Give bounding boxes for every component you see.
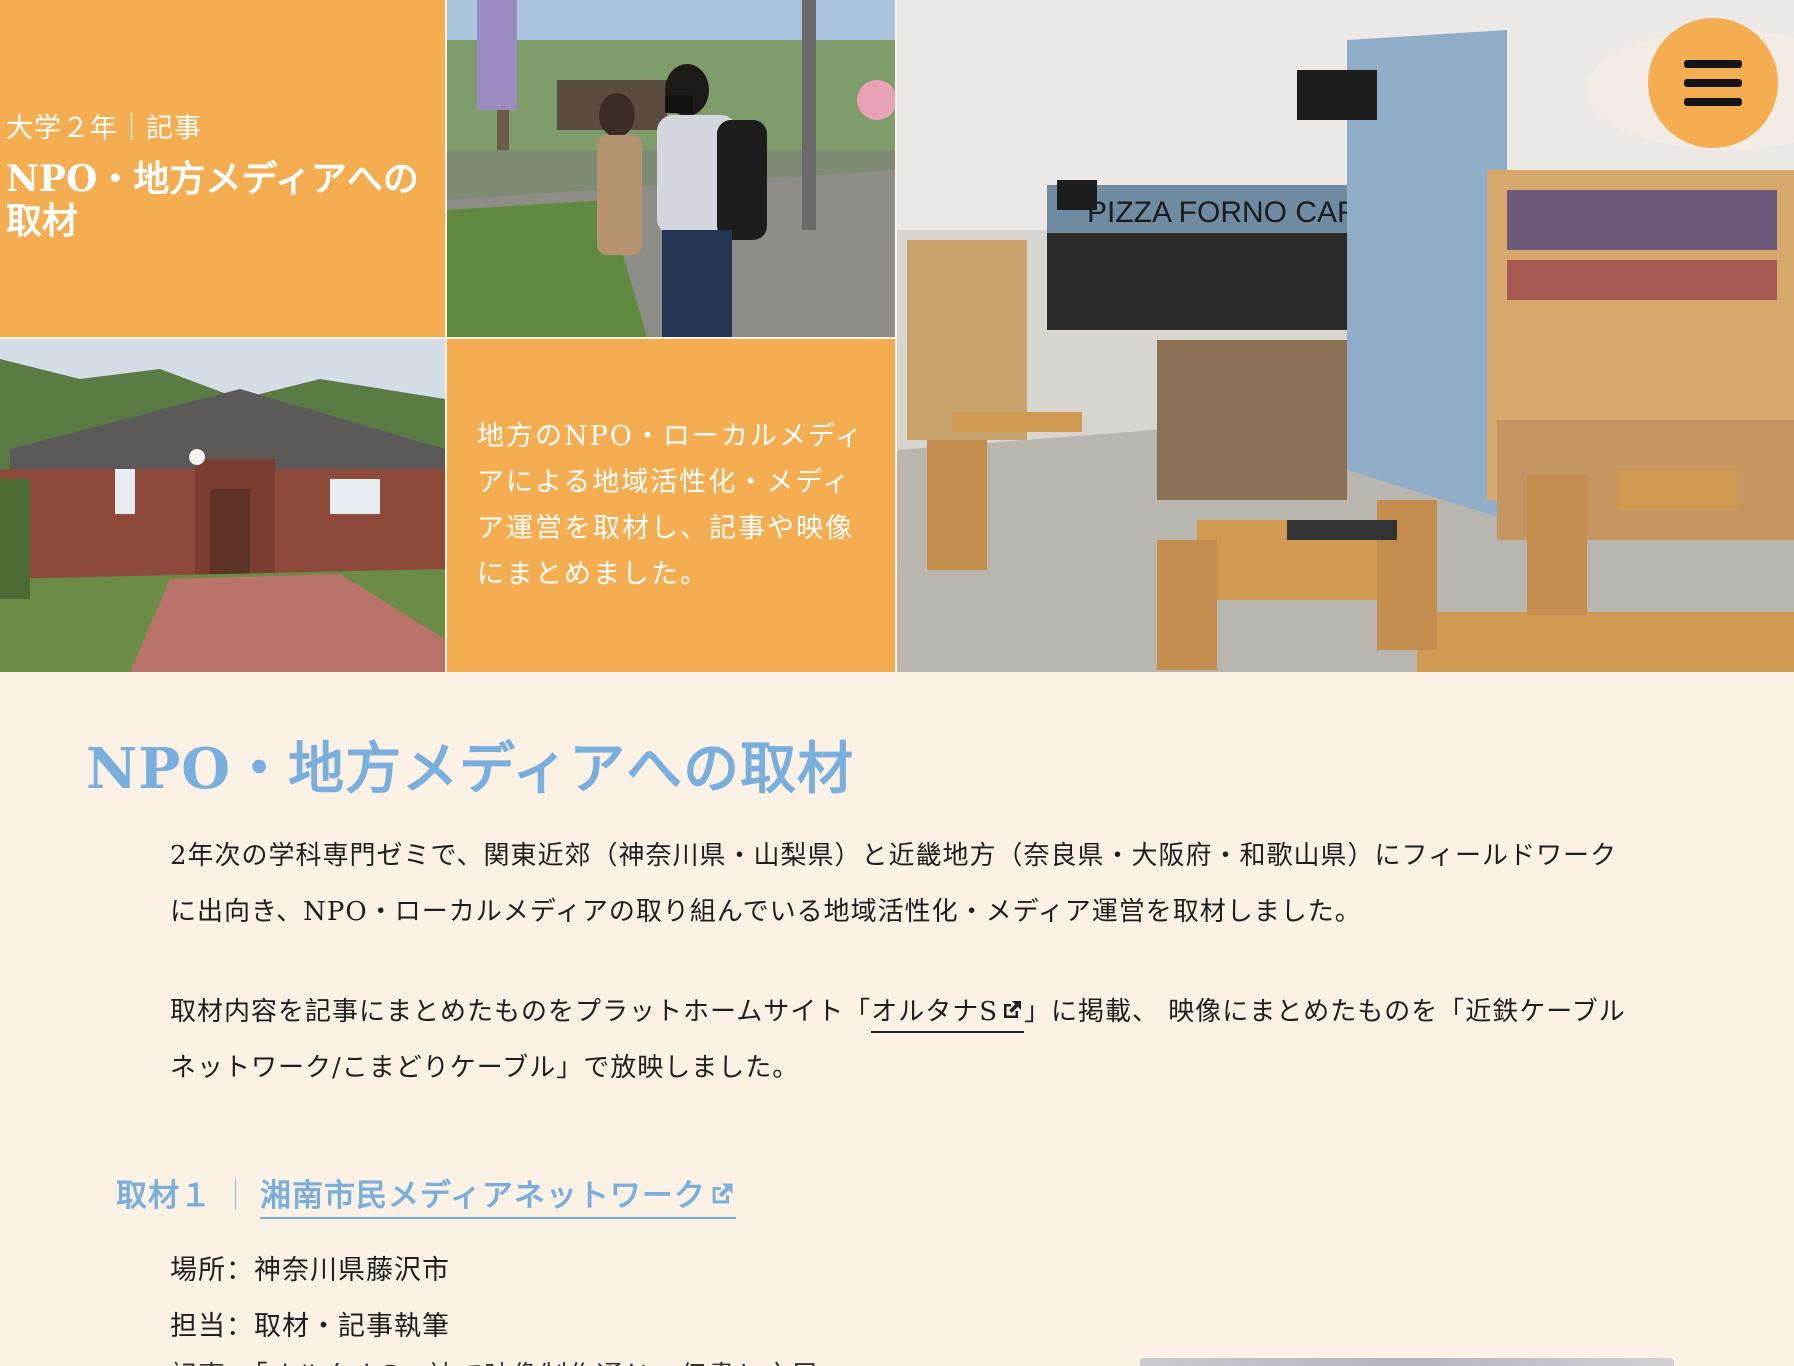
hero-grid: 大学２年｜記事 NPO・地方メディアへの取材 地方のNPO・ローカルメディアによ… [0, 0, 1794, 672]
photo-building [0, 339, 445, 672]
photo-interview [447, 0, 895, 337]
section-photo-peek [1140, 1358, 1674, 1366]
hero-description-tile: 地方のNPO・ローカルメディアによる地域活性化・メディア運営を取材し、記事や映像… [447, 339, 895, 672]
hero-title-tile: 大学２年｜記事 NPO・地方メディアへの取材 [0, 0, 445, 337]
section-label: 取材１ [116, 1178, 212, 1214]
interview-place: 場所：神奈川県藤沢市 [170, 1255, 450, 1286]
menu-bar [1684, 98, 1742, 106]
photo-interview-illustration [447, 0, 895, 337]
hero-title: NPO・地方メディアへの取材 [6, 158, 419, 242]
photo-building-illustration [0, 339, 445, 672]
external-link-icon [1004, 1001, 1022, 1018]
interview-role: 担当：取材・記事執筆 [170, 1311, 450, 1342]
external-link-icon [712, 1183, 733, 1204]
section-divider: ｜ [220, 1178, 252, 1214]
shonan-media-link-label: 湘南市民メディアネットワーク [260, 1178, 706, 1214]
menu-bar [1684, 79, 1742, 87]
section-heading-interview-1: 取材１ ｜湘南市民メディアネットワーク [116, 1170, 736, 1219]
cafe-sign: PIZZA FORNO CAFE [1087, 196, 1375, 229]
hero-eyebrow: 大学２年｜記事 [6, 113, 202, 144]
publication-text-before: 取材内容を記事にまとめたものをプラットホームサイト「 [170, 997, 872, 1027]
publication-paragraph: 取材内容を記事にまとめたものをプラットホームサイト「オルタナS 」に掲載、 映像に… [170, 984, 1630, 1096]
shonan-media-link[interactable]: 湘南市民メディアネットワーク [260, 1178, 736, 1219]
alternas-link-label: オルタナS [871, 997, 999, 1027]
menu-button[interactable] [1648, 18, 1778, 148]
page-title: NPO・地方メディアへの取材 [86, 736, 855, 802]
main-content: NPO・地方メディアへの取材 2年次の学科専門ゼミで、関東近郊（神奈川県・山梨県… [0, 672, 1794, 1366]
alternas-link[interactable]: オルタナS [871, 997, 1025, 1033]
hero-description: 地方のNPO・ローカルメディアによる地域活性化・メディア運営を取材し、記事や映像… [477, 421, 865, 590]
menu-bar [1684, 60, 1742, 68]
intro-paragraph: 2年次の学科専門ゼミで、関東近郊（神奈川県・山梨県）と近畿地方（奈良県・大阪府・… [170, 841, 1617, 927]
interview-article-line: 記事：「オルタナS」誌で映像制作通じ、伝書と市民 [170, 1354, 820, 1366]
